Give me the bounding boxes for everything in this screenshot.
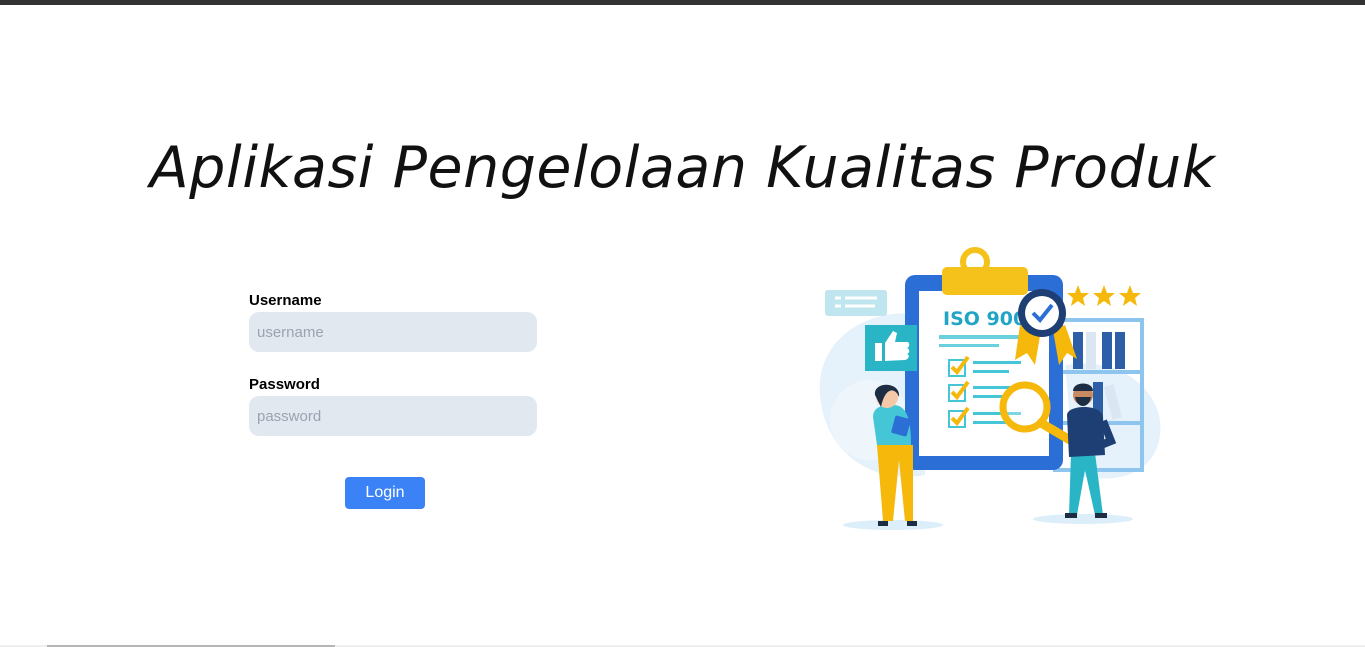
login-button[interactable]: Login [345,477,425,509]
clipboard-icon: ISO 9001 [905,247,1063,470]
top-border-bar [0,0,1365,5]
login-form: Username Password [249,290,537,436]
quality-illustration: ISO 9001 [819,247,1161,530]
page-title: Aplikasi Pengelolaan Kualitas Produk [149,135,1216,201]
password-label: Password [249,376,320,393]
password-input[interactable] [249,396,537,436]
star-icon [1067,285,1141,306]
thumbs-up-icon [865,325,917,371]
username-label: Username [249,292,322,309]
username-input[interactable] [249,312,537,352]
